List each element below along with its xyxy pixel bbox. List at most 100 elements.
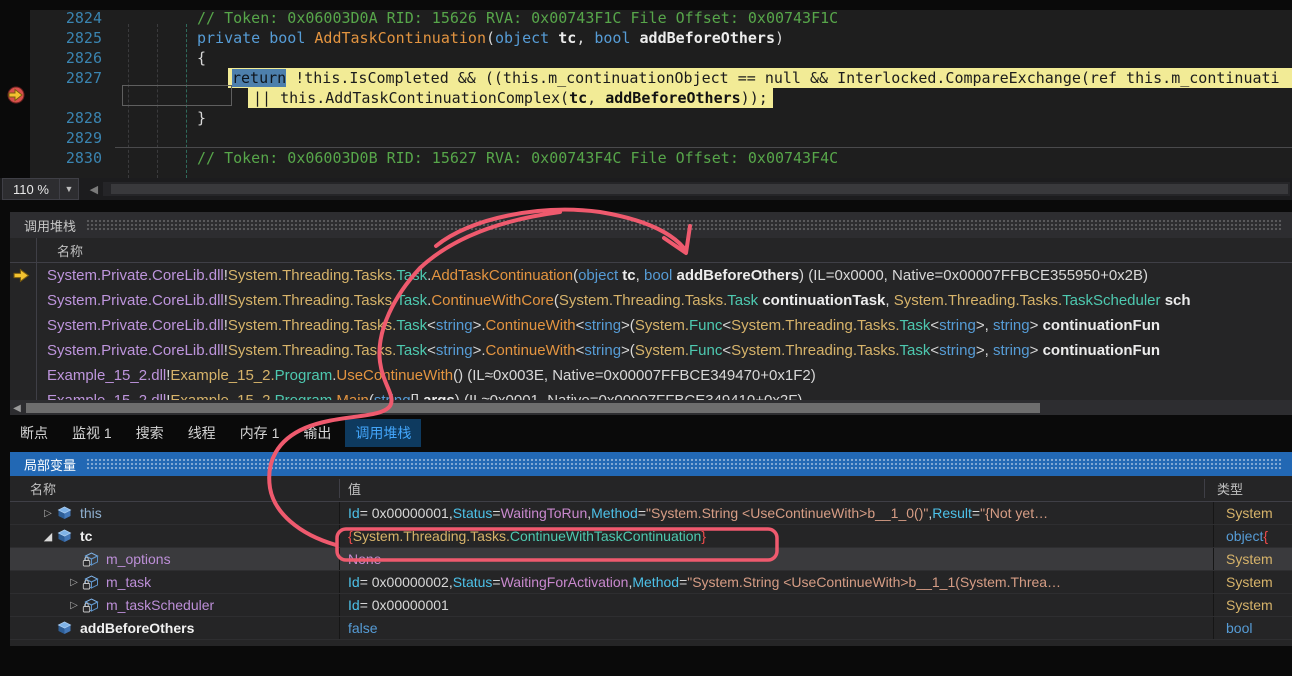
code-line[interactable]: 2824 // Token: 0x06003D0A RID: 15626 RVA:… — [0, 8, 1292, 28]
text-segment: object — [495, 29, 549, 47]
line-number: 2824 — [30, 8, 102, 28]
value-cell[interactable]: {System.Threading.Tasks.ContinueWithTask… — [340, 525, 1214, 547]
stack-frame-row[interactable]: System.Private.CoreLib.dll!System.Thread… — [10, 338, 1292, 363]
tool-window-tab-inactive[interactable]: 搜索 — [126, 419, 174, 447]
text-segment: string — [993, 342, 1030, 359]
line-number: 2828 — [30, 108, 102, 128]
text-segment: System.Threading.Tasks. — [228, 267, 396, 284]
text-segment: , — [636, 267, 644, 284]
locals-column-headers: 名称 值 类型 — [10, 476, 1292, 502]
stack-frame-row[interactable]: System.Private.CoreLib.dll!System.Thread… — [10, 263, 1292, 288]
type-cell: System — [1214, 571, 1292, 593]
tool-window-tab-inactive[interactable]: 断点 — [10, 419, 58, 447]
line-number: 2829 — [30, 128, 102, 148]
value-cell[interactable]: Id = 0x00000001 — [340, 594, 1214, 616]
text-segment: >, — [976, 342, 993, 359]
text-segment: [] — [411, 392, 424, 400]
expander-icon[interactable]: ▷ — [66, 577, 82, 588]
frame-indicator-margin — [10, 238, 37, 262]
expander-icon[interactable]: ▷ — [40, 508, 56, 519]
tool-window-tab-inactive[interactable]: 线程 — [178, 419, 226, 447]
text-segment: = — [638, 505, 646, 521]
text-segment: System.Threading.Tasks. — [731, 342, 899, 359]
code-line[interactable]: 2830// Token: 0x06003D0B RID: 15627 RVA:… — [0, 148, 1292, 168]
text-segment: = — [972, 505, 980, 521]
type-column-header: 类型 — [1205, 479, 1292, 498]
scrollbar-thumb[interactable] — [111, 184, 1288, 194]
value-cell[interactable]: Id = 0x00000002, Status = WaitingForActi… — [340, 571, 1214, 593]
locals-row[interactable]: ▷m_taskSchedulerId = 0x00000001System — [10, 594, 1292, 617]
locals-row[interactable]: ▷m_taskId = 0x00000002, Status = Waiting… — [10, 571, 1292, 594]
text-segment: System. — [635, 317, 689, 334]
expander-icon[interactable]: ▷ — [66, 600, 82, 611]
code-editor[interactable]: 28232824// Token: 0x06003D0A RID: 15626 … — [0, 0, 1292, 178]
text-segment: // Token: 0x06003D0A RID: 15626 RVA: 0x0… — [197, 9, 838, 27]
text-segment: System — [1226, 574, 1273, 590]
variable-icon — [56, 505, 74, 521]
stack-frame-row[interactable]: System.Private.CoreLib.dll!System.Thread… — [10, 288, 1292, 313]
text-segment: System.Threading.Tasks. — [228, 342, 396, 359]
variable-name: tc — [80, 528, 92, 544]
text-segment: >. — [473, 342, 486, 359]
tool-window-tab-inactive[interactable]: 内存 1 — [230, 419, 290, 447]
code-line[interactable]: 2829 — [0, 128, 1292, 148]
value-column-header: 值 — [340, 479, 1205, 498]
text-segment: System.Threading.Tasks. — [228, 292, 396, 309]
text-segment: < — [722, 317, 731, 334]
text-segment: } — [197, 109, 206, 127]
text-segment: Status — [453, 574, 493, 590]
code-line[interactable]: 2828} — [0, 108, 1292, 128]
text-segment: >( — [621, 317, 635, 334]
tool-window-tab-active[interactable]: 调用堆栈 — [345, 419, 421, 447]
text-segment: UseContinueWith — [336, 367, 453, 384]
text-segment: addBeforeOthers — [677, 267, 800, 284]
text-segment: Task — [727, 292, 758, 309]
text-segment: return — [232, 69, 286, 87]
editor-horizontal-scrollbar[interactable] — [103, 182, 1290, 196]
text-segment: addBeforeOthers — [640, 29, 775, 47]
zoom-dropdown-button[interactable]: ▼ — [59, 179, 78, 199]
text-segment: string — [436, 317, 473, 334]
expander-icon[interactable]: ◢ — [40, 530, 56, 543]
frame-indicator-margin — [10, 338, 37, 363]
locals-title-bar: 局部变量 — [10, 452, 1292, 476]
stack-frame-row[interactable]: System.Private.CoreLib.dll!System.Thread… — [10, 313, 1292, 338]
text-segment: = — [679, 574, 687, 590]
locals-row[interactable]: ◢ tc {System.Threading.Tasks.ContinueWithT… — [10, 525, 1292, 548]
text-segment: AddTaskContinuation — [431, 267, 573, 284]
window-top-edge — [0, 0, 1292, 10]
text-segment: string — [584, 317, 621, 334]
frame-indicator-margin — [10, 263, 37, 288]
text-segment: Example_15_2.dll — [47, 392, 166, 400]
code-line[interactable]: 2826{ — [0, 48, 1292, 68]
value-cell[interactable]: None — [340, 548, 1214, 570]
call-stack-title-bar: 调用堆栈 — [10, 212, 1292, 238]
zoom-level-control[interactable]: 110 % ▼ — [2, 178, 79, 200]
scroll-left-arrow-icon[interactable]: ◀ — [85, 183, 103, 196]
text-segment: bool — [1226, 620, 1252, 636]
call-stack-horizontal-scrollbar[interactable]: ◀ — [10, 400, 1292, 415]
text-segment: { — [197, 49, 206, 67]
locals-row[interactable]: m_optionsNoneSystem — [10, 548, 1292, 571]
tool-window-tab-inactive[interactable]: 监视 1 — [62, 419, 122, 447]
stack-frame-row[interactable]: Example_15_2.dll!Example_15_2.Program.Us… — [10, 363, 1292, 388]
value-cell[interactable]: false — [340, 617, 1214, 639]
tool-window-tab-inactive[interactable]: 输出 — [293, 419, 341, 447]
text-segment: bool — [269, 29, 305, 47]
locals-row[interactable]: addBeforeOthersfalsebool — [10, 617, 1292, 640]
scroll-left-arrow-icon[interactable]: ◀ — [10, 403, 24, 414]
variable-name: this — [80, 505, 102, 521]
scrollbar-thumb[interactable] — [26, 403, 1040, 413]
text-segment: ContinueWithTaskContinuation — [510, 528, 701, 544]
text-segment: Status — [453, 505, 493, 521]
code-line[interactable]: 2825private bool AddTaskContinuation(obj… — [0, 28, 1292, 48]
locals-row[interactable]: ▷ this Id = 0x00000001, Status = WaitingTo… — [10, 502, 1292, 525]
stack-frame-row[interactable]: Example_15_2.dll!Example_15_2.Program.Ma… — [10, 388, 1292, 400]
text-segment: Func — [689, 317, 722, 334]
breakpoint-current-statement-icon[interactable] — [6, 86, 26, 109]
text-segment: ) (IL≈0x0001, Native=0x00007FFBCE349410+… — [455, 392, 803, 400]
zoom-level-value[interactable]: 110 % — [3, 182, 59, 197]
text-segment: addBeforeOthers — [605, 89, 740, 107]
value-cell[interactable]: Id = 0x00000001, Status = WaitingToRun, … — [340, 502, 1214, 524]
tool-window-tabbar: 断点监视 1搜索线程内存 1输出调用堆栈 — [10, 419, 421, 447]
